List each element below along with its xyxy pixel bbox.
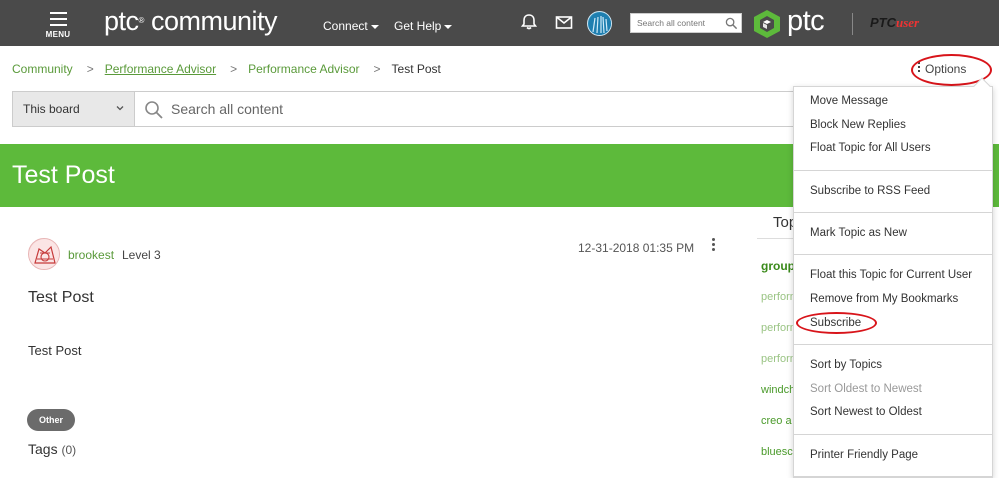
logo-community-text: community [150, 6, 278, 36]
annotation-circle-subscribe [796, 312, 877, 334]
menu-item-sort-oldest: Sort Oldest to Newest [810, 383, 922, 395]
menu-item-block-new-replies[interactable]: Block New Replies [810, 119, 906, 131]
menu-label: MENU [45, 30, 71, 39]
author-avatar[interactable] [28, 238, 60, 270]
menu-divider [794, 170, 992, 171]
breadcrumb-performance-advisor-2[interactable]: Performance Advisor [248, 62, 359, 76]
menu-item-printer-friendly[interactable]: Printer Friendly Page [810, 449, 918, 461]
page-title: Test Post [12, 161, 115, 189]
caret-down-icon [444, 24, 453, 29]
caret-down-icon [370, 24, 379, 29]
menu-item-move-message[interactable]: Move Message [810, 95, 888, 107]
sidebar-link[interactable]: group [761, 259, 795, 273]
sidebar-link[interactable]: bluesc [761, 446, 793, 458]
breadcrumb-performance-advisor-1[interactable]: Performance Advisor [105, 62, 216, 76]
nav-get-help-label: Get Help [394, 19, 442, 33]
breadcrumb-current: Test Post [391, 62, 441, 76]
top-search-input[interactable] [637, 16, 725, 30]
hamburger-icon [50, 12, 67, 26]
tags-label: Tags [28, 441, 58, 457]
menu-item-float-topic-current-user[interactable]: Float this Topic for Current User [810, 269, 972, 281]
nav-get-help[interactable]: Get Help [394, 19, 453, 33]
menu-item-subscribe-rss[interactable]: Subscribe to RSS Feed [810, 185, 930, 197]
menu-divider [794, 212, 992, 213]
sidebar-link[interactable]: creo a [761, 415, 792, 427]
menu-item-sort-newest[interactable]: Sort Newest to Oldest [810, 406, 922, 418]
nav-connect[interactable]: Connect [323, 19, 379, 33]
menu-divider [794, 344, 992, 345]
menu-item-sort-by-topics[interactable]: Sort by Topics [810, 359, 882, 371]
menu-item-remove-bookmarks[interactable]: Remove from My Bookmarks [810, 293, 958, 305]
post-body: Test Post [28, 343, 82, 358]
nav-connect-label: Connect [323, 19, 368, 33]
menu-divider [794, 434, 992, 435]
sidebar-link[interactable]: windch [761, 384, 795, 396]
tags-heading: Tags (0) [28, 441, 76, 457]
menu-item-mark-topic-new[interactable]: Mark Topic as New [810, 227, 907, 239]
breadcrumb-separator: > [373, 62, 381, 76]
board-search-bar: This board [12, 91, 802, 127]
author-name[interactable]: brookest [68, 248, 114, 262]
top-search-box[interactable] [630, 13, 742, 33]
top-navigation-bar: MENU ptc® community Connect Get Help ptc… [0, 0, 999, 46]
post-subject: Test Post [28, 289, 94, 306]
bell-icon[interactable] [519, 12, 539, 32]
menu-item-float-topic-all-users[interactable]: Float Topic for All Users [810, 142, 931, 154]
mail-icon[interactable] [554, 12, 574, 32]
sidebar-divider [757, 238, 797, 239]
board-search-input[interactable] [171, 100, 671, 118]
ptc-brand-text[interactable]: ptc [787, 3, 825, 39]
breadcrumb-community[interactable]: Community [12, 62, 73, 76]
user-avatar[interactable] [587, 11, 612, 36]
avatar-pattern-icon [588, 12, 611, 35]
search-icon[interactable] [144, 100, 164, 120]
breadcrumb-separator: > [86, 62, 94, 76]
menu-button[interactable]: MENU [42, 10, 74, 42]
breadcrumb-separator: > [230, 62, 238, 76]
menu-divider [794, 254, 992, 255]
ptc-logo-icon[interactable] [752, 9, 782, 39]
post-date: 12-31-2018 01:35 PM [578, 241, 695, 255]
tag-pill-other[interactable]: Other [27, 409, 75, 431]
search-scope-label: This board [23, 102, 80, 116]
ptcuser-suffix: user [896, 15, 920, 30]
trademark-mark: ® [138, 16, 145, 25]
tags-count: (0) [61, 443, 77, 457]
search-scope-select[interactable]: This board [13, 92, 135, 126]
community-logo[interactable]: ptc® community [104, 5, 277, 37]
logo-ptc-text: ptc [104, 6, 139, 36]
avatar-illustration-icon [29, 239, 59, 269]
brand-divider [852, 13, 853, 35]
ptcuser-prefix: PTC [870, 15, 896, 30]
chevron-down-icon [116, 106, 124, 111]
menu-divider [794, 476, 992, 477]
options-dropdown-menu: Move Message Block New Replies Float Top… [793, 77, 993, 478]
breadcrumb: Community > Performance Advisor > Performanc… [12, 62, 441, 76]
author-level: Level 3 [122, 248, 161, 262]
post-more-vertical-icon[interactable] [712, 238, 716, 253]
ptcuser-logo[interactable]: PTCuser [870, 15, 919, 31]
search-icon[interactable] [725, 17, 738, 30]
